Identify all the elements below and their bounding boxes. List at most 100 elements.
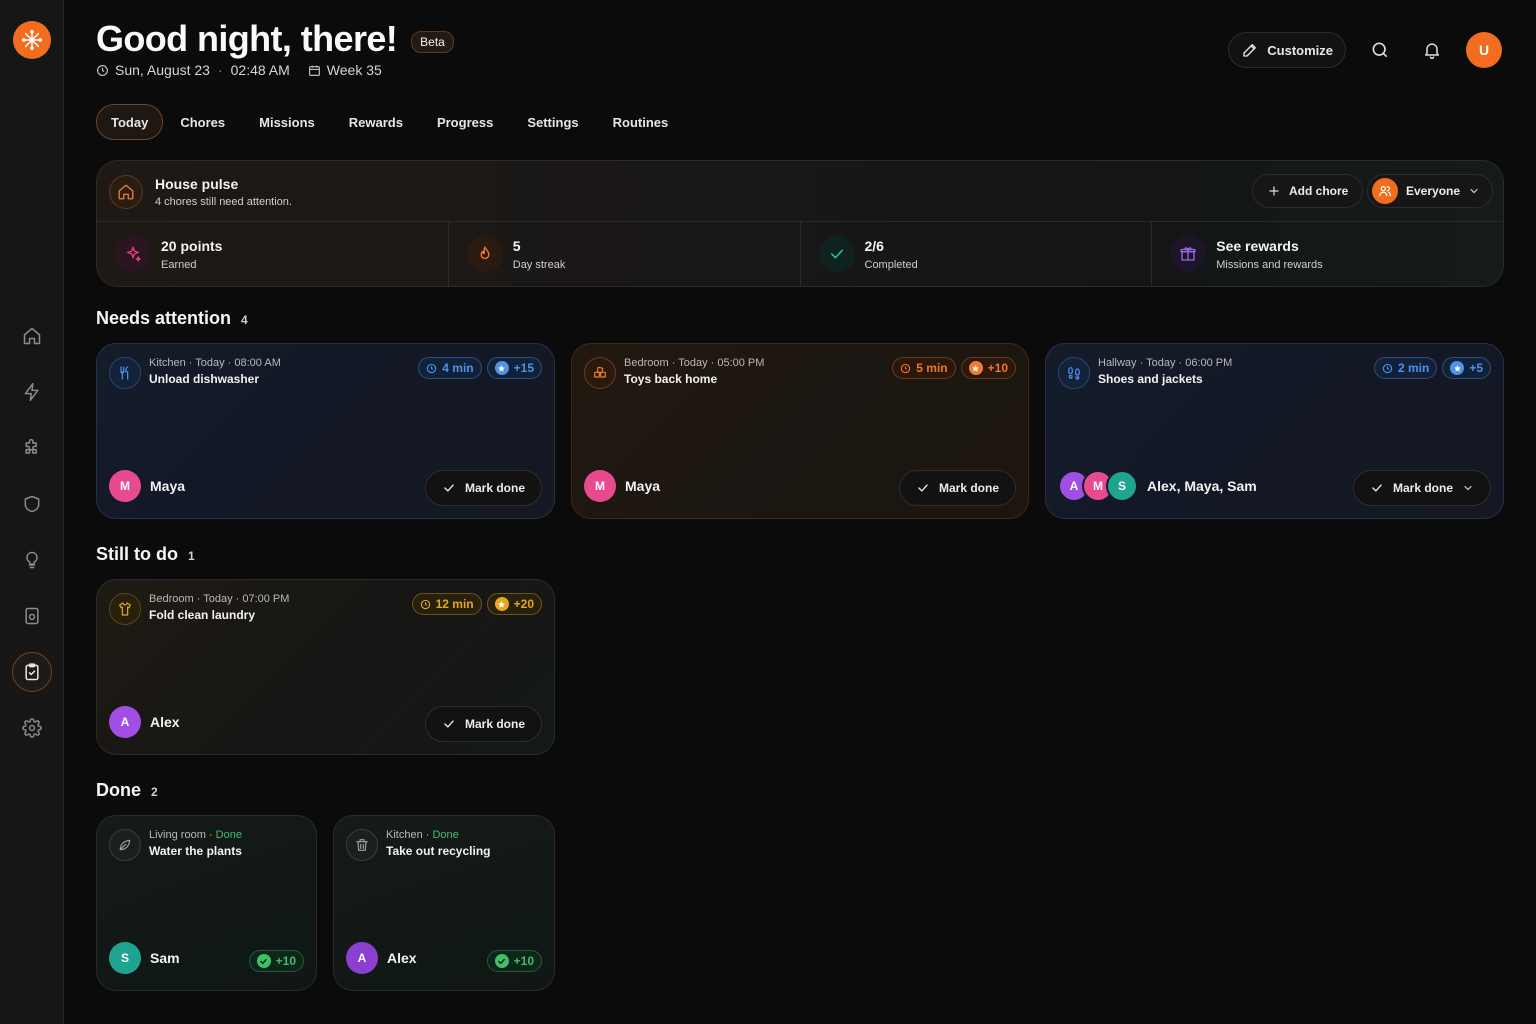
- clock-icon: [96, 64, 109, 77]
- beta-badge: Beta: [411, 31, 454, 53]
- points-chip: +5: [1442, 357, 1491, 379]
- done-status: Done: [432, 829, 459, 841]
- section-title-text: Done: [96, 780, 141, 800]
- settings-icon[interactable]: [12, 708, 52, 748]
- tab-today[interactable]: Today: [96, 104, 164, 140]
- chore-title: Toys back home: [624, 372, 718, 386]
- date-meta: Sun, August 23 · 02:48 AM Week 35: [96, 62, 382, 78]
- mark-done-button[interactable]: Mark done: [898, 470, 1016, 506]
- chore-card-unload-dishwasher[interactable]: Kitchen · Today · 08:00 AM Unload dishwa…: [96, 343, 555, 519]
- chore-meta: Bedroom · Today · 07:00 PM: [149, 593, 290, 605]
- search-icon[interactable]: [1362, 32, 1398, 68]
- stat-value: See rewards: [1216, 238, 1299, 254]
- points-chip: +15: [486, 357, 542, 379]
- member-filter-dropdown[interactable]: Everyone: [1367, 174, 1494, 208]
- clipboard-check-icon[interactable]: [12, 652, 52, 692]
- house-pulse-header: House pulse 4 chores still need attentio…: [97, 161, 1503, 222]
- shield-icon[interactable]: [12, 484, 52, 524]
- check-icon: [442, 717, 456, 731]
- home-icon[interactable]: [12, 316, 52, 356]
- user-avatar[interactable]: U: [1466, 32, 1502, 68]
- assignee: M Maya: [584, 470, 660, 502]
- mark-done-label: Mark done: [464, 481, 525, 495]
- chore-room: Living room ·: [149, 829, 216, 841]
- assignee: A M S Alex, Maya, Sam: [1058, 470, 1257, 502]
- stat-label: Day streak: [512, 259, 566, 271]
- bolt-icon[interactable]: [12, 372, 52, 412]
- tab-settings[interactable]: Settings: [510, 104, 595, 140]
- mark-done-button[interactable]: Mark done: [424, 470, 542, 506]
- assignee-name: Sam: [150, 950, 180, 966]
- chore-title: Shoes and jackets: [1098, 372, 1203, 386]
- tab-progress[interactable]: Progress: [420, 104, 510, 140]
- star-icon: [968, 361, 983, 375]
- duration-chip: 12 min: [411, 593, 482, 615]
- chore-card-water-the-plants[interactable]: Living room · Done Water the plants S Sa…: [96, 815, 317, 991]
- pulse-stats: 20 points Earned 5 Day streak 2/6 Comple…: [97, 222, 1503, 286]
- customize-button[interactable]: Customize: [1228, 32, 1346, 68]
- lightbulb-icon[interactable]: [12, 540, 52, 580]
- avatar: S: [109, 942, 141, 974]
- section-count: 1: [187, 549, 195, 563]
- points-value: +5: [1469, 361, 1483, 375]
- tab-chores[interactable]: Chores: [163, 104, 242, 140]
- duration-value: 5 min: [916, 361, 948, 375]
- section-done: Done 2: [96, 780, 158, 801]
- chore-title: Take out recycling: [386, 844, 491, 858]
- section-needs-attention: Needs attention 4: [96, 308, 248, 329]
- star-icon: [1450, 361, 1465, 375]
- chore-title: Water the plants: [149, 844, 242, 858]
- mark-done-split-button[interactable]: Mark done: [1352, 470, 1491, 506]
- tab-routines[interactable]: Routines: [596, 104, 686, 140]
- stat-streak: 5 Day streak: [447, 222, 800, 286]
- points-value: +10: [987, 361, 1008, 375]
- house-pulse-panel: House pulse 4 chores still need attentio…: [96, 160, 1504, 287]
- stat-rewards-link[interactable]: See rewards Missions and rewards: [1151, 222, 1503, 286]
- check-circle-icon: [494, 954, 509, 968]
- points-value: +15: [513, 361, 534, 375]
- section-count: 4: [241, 313, 248, 327]
- add-chore-button[interactable]: Add chore: [1252, 174, 1364, 208]
- puzzle-icon[interactable]: [12, 428, 52, 468]
- chore-card-toys-back-home[interactable]: Bedroom · Today · 05:00 PM Toys back hom…: [571, 343, 1029, 519]
- chore-card-fold-clean-laundry[interactable]: Bedroom · Today · 07:00 PM Fold clean la…: [96, 579, 555, 755]
- chore-meta: Kitchen · Done: [386, 829, 459, 841]
- flame-icon: [466, 236, 503, 272]
- points-value: +10: [275, 954, 296, 968]
- assignee-name: Maya: [150, 478, 186, 494]
- avatar: A: [109, 706, 141, 738]
- chore-chips: 12 min +20: [411, 593, 542, 615]
- sidebar: [0, 0, 64, 1024]
- house-icon: [109, 175, 143, 209]
- chevron-down-icon[interactable]: [1462, 482, 1474, 494]
- stat-label: Earned: [161, 259, 197, 271]
- points-chip: +10: [960, 357, 1016, 379]
- clock-icon: [420, 599, 431, 610]
- clock-icon: [1382, 363, 1393, 374]
- stat-value: 2/6: [864, 238, 884, 254]
- clock-icon: [900, 363, 911, 374]
- tab-bar: Today Chores Missions Rewards Progress S…: [96, 104, 685, 140]
- device-icon[interactable]: [12, 596, 52, 636]
- header-title-row: Good night, there! Beta: [96, 18, 454, 60]
- tab-rewards[interactable]: Rewards: [332, 104, 420, 140]
- stat-points: 20 points Earned: [97, 222, 448, 286]
- check-icon: [442, 481, 456, 495]
- bell-icon[interactable]: [1414, 32, 1450, 68]
- points-chip: +20: [486, 593, 542, 615]
- app-logo[interactable]: [13, 21, 51, 59]
- clock-icon: [426, 363, 437, 374]
- duration-chip: 2 min: [1373, 357, 1438, 379]
- house-pulse-title: House pulse: [155, 176, 239, 192]
- star-icon: [494, 597, 509, 611]
- assignee: A Alex: [346, 942, 417, 974]
- utensils-icon: [109, 357, 141, 389]
- check-icon: [916, 481, 930, 495]
- assignee-name: Alex: [387, 950, 417, 966]
- chore-card-take-out-recycling[interactable]: Kitchen · Done Take out recycling A Alex…: [333, 815, 555, 991]
- stat-value: 5: [512, 238, 521, 254]
- gift-icon: [1170, 236, 1207, 272]
- chore-card-shoes-and-jackets[interactable]: Hallway · Today · 06:00 PM Shoes and jac…: [1045, 343, 1504, 519]
- mark-done-button[interactable]: Mark done: [424, 706, 542, 742]
- tab-missions[interactable]: Missions: [242, 104, 332, 140]
